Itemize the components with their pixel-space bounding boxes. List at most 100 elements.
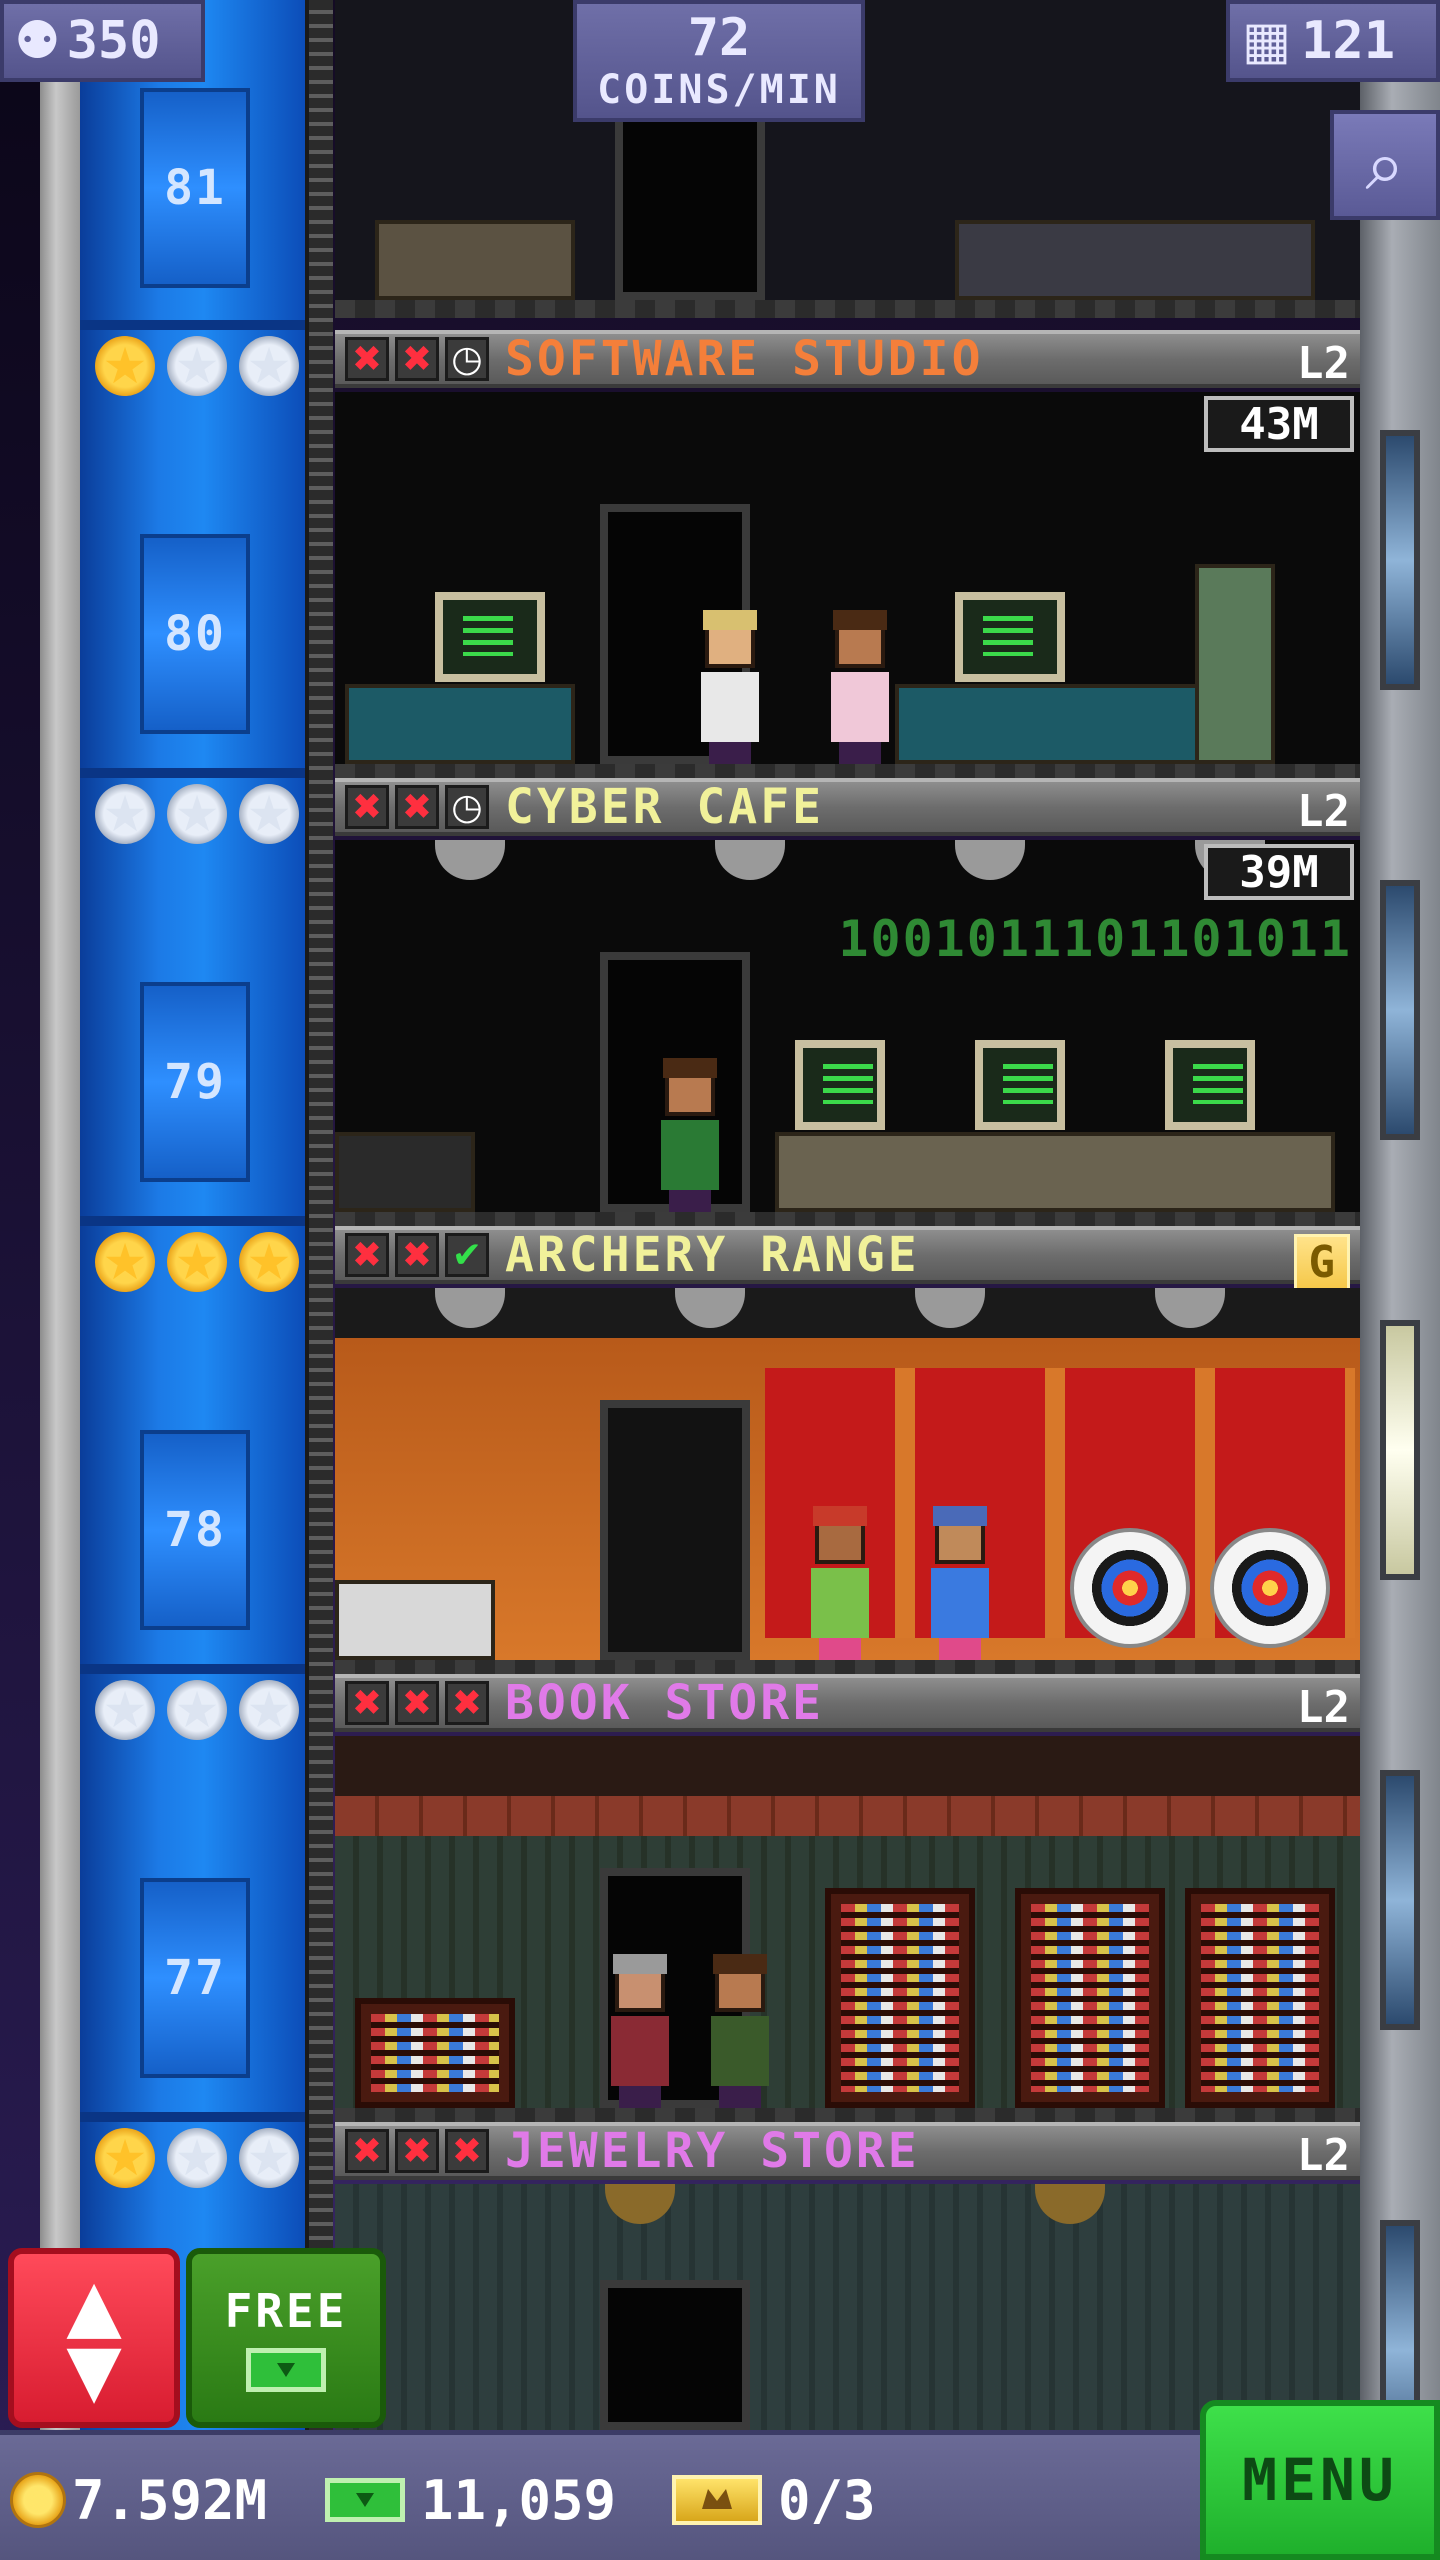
room-header-software-studio[interactable]: ✖ ✖ ◷ SOFTWARE STUDIO L2	[335, 330, 1360, 389]
desk	[955, 220, 1315, 300]
bitizen[interactable]	[705, 1954, 775, 2108]
room-level: G	[1293, 1234, 1350, 1291]
magnifier-icon[interactable]: ⌕	[1330, 110, 1440, 220]
shaft-floor-number: 77	[140, 1878, 250, 2078]
x-icon: ✖	[445, 1681, 489, 1725]
counter	[335, 1580, 495, 1660]
room-book-store[interactable]	[335, 1736, 1360, 2126]
room-door	[600, 1400, 750, 1660]
shaft-floor-number: 81	[140, 88, 250, 288]
desk	[345, 684, 575, 764]
star-icon: ★	[239, 2128, 299, 2188]
room-software-studio[interactable]: 43M	[335, 392, 1360, 782]
menu-button[interactable]: MENU	[1200, 2400, 1440, 2560]
bux-display[interactable]: 11,059	[325, 2457, 616, 2543]
room-jewelry-store[interactable]	[335, 2184, 1360, 2430]
bookshelf	[1185, 1888, 1335, 2108]
vip-value: 0/3	[778, 2468, 876, 2532]
room-name: JEWELRY STORE	[505, 2123, 920, 2179]
computer-monitor	[955, 592, 1065, 682]
shaft-floor-number: 80	[140, 534, 250, 734]
x-icon: ✖	[345, 785, 389, 829]
tower-scene[interactable]: 81 80 79 78 77 ✖ ✖ ◷ SOFTWARE STUDIO L2 …	[0, 0, 1440, 2560]
bux-value: 11,059	[421, 2468, 617, 2532]
star-icon: ★	[95, 2128, 155, 2188]
floor-count-value: 121	[1301, 11, 1396, 71]
room-name: SOFTWARE STUDIO	[505, 331, 984, 387]
room-stars: ★ ★ ★	[95, 1680, 299, 1740]
desk	[375, 220, 575, 300]
room-header-book-store[interactable]: ✖ ✖ ✖ BOOK STORE L2	[335, 1674, 1360, 1733]
room-door	[600, 2280, 750, 2430]
star-icon: ★	[239, 1232, 299, 1292]
x-icon: ✖	[345, 2129, 389, 2173]
bitizen[interactable]	[825, 610, 895, 764]
star-icon: ★	[239, 784, 299, 844]
room-stars: ★ ★ ★	[95, 336, 299, 396]
elevator-button[interactable]: ▲ ▼	[8, 2248, 180, 2428]
star-icon: ★	[167, 2128, 227, 2188]
star-icon: ★	[95, 336, 155, 396]
room-floor	[335, 300, 1360, 318]
room-level: L2	[1297, 338, 1350, 389]
archery-target	[1070, 1528, 1190, 1648]
binary-wall-text: 1001011101101011	[838, 910, 1352, 968]
room-door	[615, 100, 765, 300]
clock-icon: ◷	[445, 337, 489, 381]
room-name: ARCHERY RANGE	[505, 1227, 920, 1283]
floor-counter[interactable]: ▦ 121	[1226, 0, 1440, 82]
room-header-jewelry-store[interactable]: ✖ ✖ ✖ JEWELRY STORE L2	[335, 2122, 1360, 2181]
up-down-arrows-icon: ▲ ▼	[66, 2263, 122, 2412]
vip-ticket-icon	[672, 2475, 762, 2525]
free-bux-button[interactable]: FREE	[186, 2248, 386, 2428]
tower-window	[1380, 430, 1420, 690]
bux-icon	[325, 2478, 405, 2522]
x-icon: ✖	[395, 337, 439, 381]
room-archery-range[interactable]	[335, 1288, 1360, 1678]
desk	[775, 1132, 1335, 1212]
building-icon: ▦	[1242, 11, 1292, 71]
filing-cabinet	[1195, 564, 1275, 764]
tower-right-wall	[1360, 0, 1440, 2560]
population-counter[interactable]: ⚉ 350	[0, 0, 205, 82]
x-icon: ✖	[445, 2129, 489, 2173]
bitizen[interactable]	[655, 1058, 725, 1212]
room-header-archery-range[interactable]: ✖ ✖ ✔ ARCHERY RANGE G	[335, 1226, 1360, 1291]
counter	[335, 1132, 475, 1212]
room-cyber-cafe[interactable]: 39M 1001011101101011	[335, 840, 1360, 1230]
clock-icon: ◷	[445, 785, 489, 829]
bitizen[interactable]	[695, 610, 765, 764]
coin-icon	[10, 2472, 66, 2528]
coins-value: 7.592M	[72, 2468, 268, 2532]
shaft-divider	[80, 1216, 305, 1226]
shaft-divider	[80, 2112, 305, 2122]
bitizen[interactable]	[805, 1506, 875, 1660]
night-sky	[0, 0, 40, 2560]
computer-monitor	[975, 1040, 1065, 1130]
coins-display[interactable]: 7.592M	[10, 2457, 267, 2543]
population-value: 350	[66, 11, 161, 71]
check-icon: ✔	[445, 1233, 489, 1277]
elevator-rail	[305, 0, 333, 2560]
star-icon: ★	[167, 1232, 227, 1292]
shaft-floor-number: 79	[140, 982, 250, 1182]
star-icon: ★	[167, 336, 227, 396]
vip-display[interactable]: 0/3	[672, 2457, 876, 2543]
bitizen[interactable]	[925, 1506, 995, 1660]
person-icon: ⚉	[14, 11, 61, 71]
bitizen[interactable]	[605, 1954, 675, 2108]
bookshelf	[825, 1888, 975, 2108]
star-icon: ★	[239, 336, 299, 396]
restock-timer: 39M	[1204, 844, 1354, 900]
coin-rate-display: 72 COINS/MIN	[573, 0, 865, 122]
room-level: L2	[1297, 2130, 1350, 2181]
computer-monitor	[435, 592, 545, 682]
x-icon: ✖	[345, 1681, 389, 1725]
room-header-cyber-cafe[interactable]: ✖ ✖ ◷ CYBER CAFE L2	[335, 778, 1360, 837]
star-icon: ★	[95, 784, 155, 844]
star-icon: ★	[95, 1232, 155, 1292]
x-icon: ✖	[395, 2129, 439, 2173]
star-icon: ★	[239, 1680, 299, 1740]
room-level: L2	[1297, 1682, 1350, 1733]
tower-outer-wall	[40, 0, 80, 2560]
